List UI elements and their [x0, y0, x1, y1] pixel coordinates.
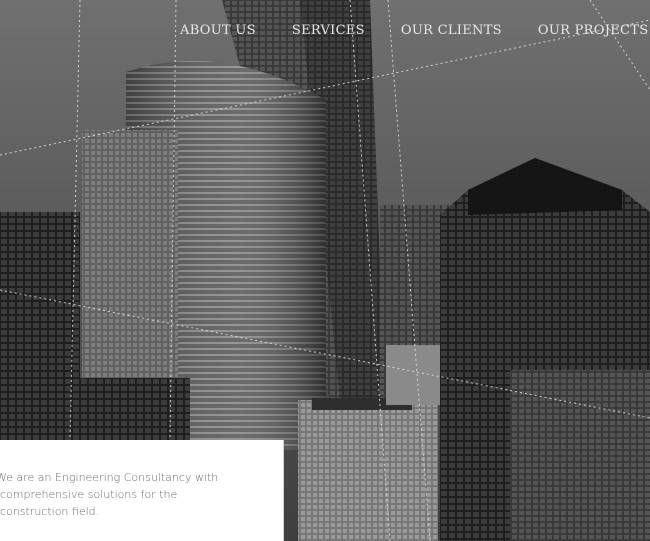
building-lower-right — [510, 370, 650, 541]
page: ABOUT US SERVICES OUR CLIENTS OUR PROJEC… — [0, 0, 650, 541]
intro-text: We are an Engineering Consultancy with c… — [0, 471, 219, 518]
nav-link-our-projects[interactable]: OUR PROJECTS — [538, 23, 649, 38]
top-navigation: ABOUT US SERVICES OUR CLIENTS OUR PROJEC… — [180, 20, 650, 40]
nav-link-our-clients[interactable]: OUR CLIENTS — [401, 23, 502, 38]
building-foreground — [298, 400, 438, 541]
building-lower-left — [0, 378, 190, 448]
nav-link-about-us[interactable]: ABOUT US — [180, 23, 256, 38]
nav-link-services[interactable]: SERVICES — [292, 23, 365, 38]
intro-card: We are an Engineering Consultancy with c… — [0, 440, 284, 541]
